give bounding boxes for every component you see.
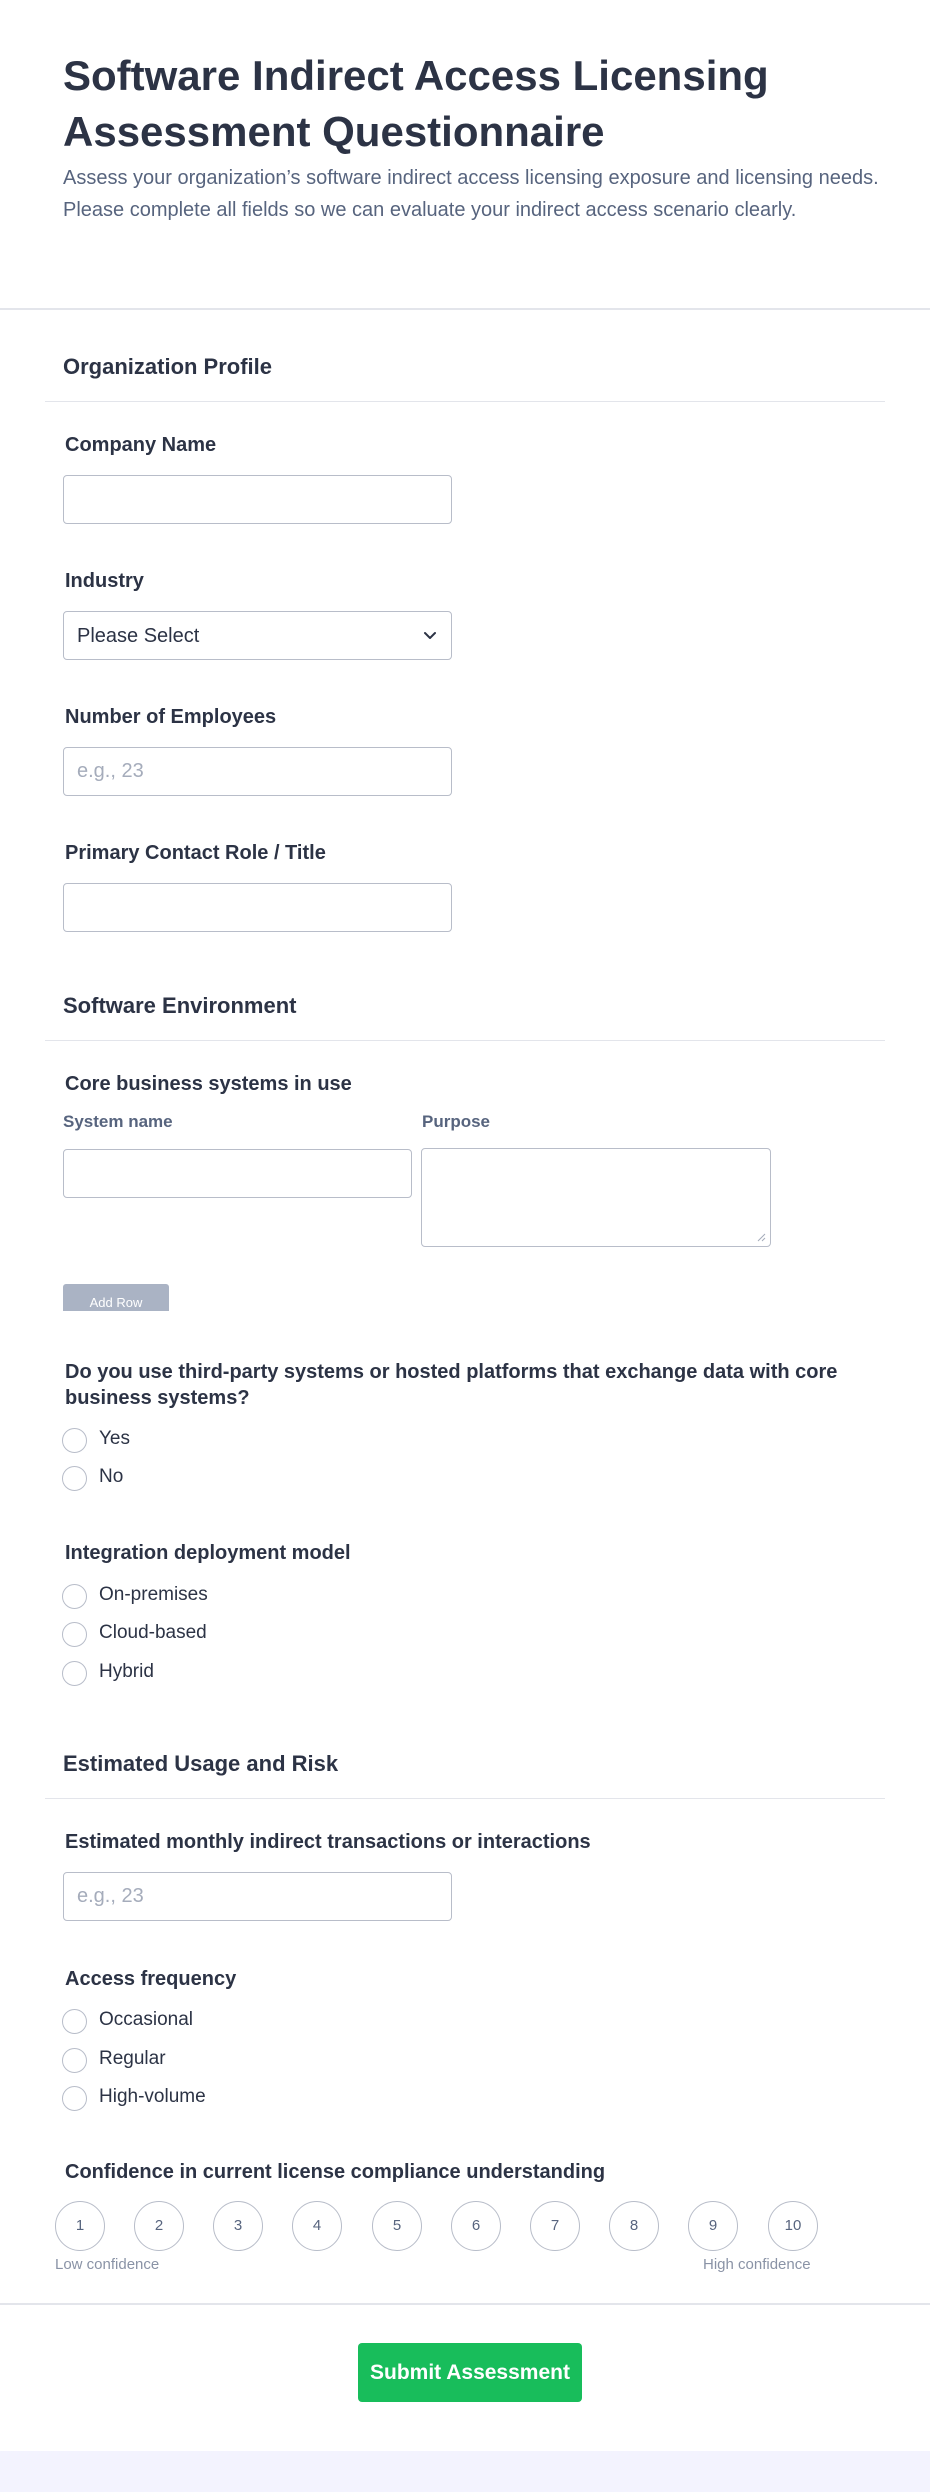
scale-option-3[interactable]: 3 bbox=[213, 2201, 263, 2251]
scale-option-7[interactable]: 7 bbox=[530, 2201, 580, 2251]
scale-option-4[interactable]: 4 bbox=[292, 2201, 342, 2251]
radio-button[interactable] bbox=[62, 2048, 87, 2073]
chevron-down-icon bbox=[424, 632, 436, 639]
radio-label: Cloud-based bbox=[99, 1622, 207, 1643]
submit-assessment-button[interactable]: Submit Assessment bbox=[358, 2343, 582, 2402]
section-heading-organization-profile: Organization Profile bbox=[63, 354, 273, 379]
scale-option-6[interactable]: 6 bbox=[451, 2201, 501, 2251]
scale-option-2[interactable]: 2 bbox=[134, 2201, 184, 2251]
radio-button[interactable] bbox=[62, 1584, 87, 1609]
employees-label: Number of Employees bbox=[65, 706, 277, 728]
radio-button[interactable] bbox=[62, 2086, 87, 2111]
frequency-label: Access frequency bbox=[65, 1968, 237, 1990]
section-divider bbox=[45, 1040, 885, 1041]
radio-label: No bbox=[99, 1466, 124, 1487]
radio-button[interactable] bbox=[62, 1466, 87, 1491]
radio-button[interactable] bbox=[62, 1622, 87, 1647]
industry-select[interactable]: Please Select bbox=[63, 611, 452, 660]
deployment-label: Integration deployment model bbox=[65, 1542, 351, 1564]
monthly-transactions-label: Estimated monthly indirect transactions … bbox=[65, 1831, 591, 1853]
radio-label: Occasional bbox=[99, 2009, 193, 2030]
purpose-column-label: Purpose bbox=[422, 1112, 491, 1131]
radio-button[interactable] bbox=[62, 1661, 87, 1686]
radio-button[interactable] bbox=[62, 2009, 87, 2034]
industry-label: Industry bbox=[65, 570, 144, 592]
radio-label: On-premises bbox=[99, 1584, 208, 1605]
company-name-input[interactable] bbox=[63, 475, 452, 524]
scale-option-9[interactable]: 9 bbox=[688, 2201, 738, 2251]
footer-divider bbox=[0, 2303, 930, 2305]
radio-label: Hybrid bbox=[99, 1661, 154, 1682]
radio-label: Regular bbox=[99, 2048, 166, 2069]
radio-label: Yes bbox=[99, 1428, 130, 1449]
system-name-input[interactable] bbox=[63, 1149, 412, 1198]
company-name-label: Company Name bbox=[65, 434, 217, 456]
form-title: Software Indirect Access Licensing Asses… bbox=[63, 52, 769, 155]
form-subtitle: Assess your organization’s software indi… bbox=[63, 167, 879, 221]
scale-option-5[interactable]: 5 bbox=[372, 2201, 422, 2251]
section-divider bbox=[45, 1798, 885, 1799]
contact-role-label: Primary Contact Role / Title bbox=[65, 842, 326, 864]
contact-role-input[interactable] bbox=[63, 883, 452, 932]
section-heading-software-environment: Software Environment bbox=[63, 993, 297, 1018]
core-systems-label: Core business systems in use bbox=[65, 1073, 352, 1095]
form-header: Software Indirect Access Licensing Asses… bbox=[0, 0, 930, 310]
scale-option-8[interactable]: 8 bbox=[609, 2201, 659, 2251]
low-confidence-caption: Low confidence bbox=[55, 2256, 160, 2273]
radio-button[interactable] bbox=[62, 1428, 87, 1453]
radio-label: High-volume bbox=[99, 2086, 206, 2107]
section-heading-usage-risk: Estimated Usage and Risk bbox=[63, 1751, 339, 1776]
industry-select-value: Please Select bbox=[77, 625, 200, 647]
scale-option-10[interactable]: 10 bbox=[768, 2201, 818, 2251]
monthly-transactions-input[interactable] bbox=[63, 1872, 452, 1921]
add-row-button[interactable]: Add Row bbox=[63, 1284, 169, 1311]
third-party-label: Do you use third-party systems or hosted… bbox=[65, 1361, 838, 1409]
section-divider bbox=[45, 401, 885, 402]
system-name-column-label: System name bbox=[63, 1112, 173, 1131]
purpose-textarea[interactable] bbox=[421, 1148, 771, 1247]
high-confidence-caption: High confidence bbox=[703, 2256, 811, 2273]
employees-input[interactable] bbox=[63, 747, 452, 796]
scale-option-1[interactable]: 1 bbox=[55, 2201, 105, 2251]
confidence-label: Confidence in current license compliance… bbox=[65, 2161, 606, 2183]
form-card: Software Indirect Access Licensing Asses… bbox=[0, 0, 930, 2451]
resize-handle-icon[interactable] bbox=[756, 1232, 766, 1242]
